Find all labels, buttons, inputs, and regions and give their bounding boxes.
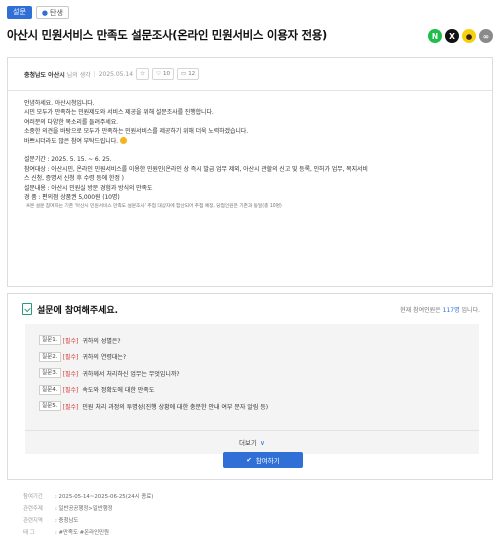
question-item: 질문3. [필수] 귀하께서 처리하신 업무는 무엇입니까?: [39, 365, 479, 382]
question-number: 질문3.: [39, 368, 61, 379]
participant-count: 현재 참여인원은 117명 입니다.: [400, 306, 480, 314]
info-topic: 관련주제: 일반공공행정>일반행정: [23, 506, 113, 512]
question-item: 질문4. [필수] 속도와 정확도에 대한 만족도: [39, 382, 479, 399]
question-number: 질문5.: [39, 401, 61, 412]
info-tags: 태 그: #만족도 #온라인민원: [23, 530, 109, 536]
detail-line: 설문내용 : 아산시 민원실 방문 경험과 방식의 만족도: [24, 184, 153, 192]
question-number: 질문2.: [39, 351, 61, 362]
detail-line: 경 품 : 편의점 상품권 5,000원 (10명): [24, 194, 120, 202]
survey-info: 참여기간: 2025-05-14~2025-06-25(24시 종료) 관련주제…: [23, 491, 153, 539]
info-period: 참여기간: 2025-05-14~2025-06-25(24시 종료): [23, 494, 154, 500]
author-suffix: 님의 생각: [66, 71, 91, 79]
checklist-icon: [22, 303, 32, 315]
post-body: 안녕하세요. 아산시청입니다. 시민 모두가 만족하는 민원제도와 서비스 제공…: [8, 91, 492, 212]
detail-line: 설문기간 : 2025. 5. 15. ~ 6. 25.: [24, 156, 112, 164]
tag-citizen-label: 탄생: [50, 8, 63, 17]
naver-share-icon[interactable]: N: [428, 29, 442, 43]
bookmark-button[interactable]: ☆: [136, 68, 150, 80]
participant-count-value: 117명: [442, 306, 460, 314]
join-label: 참여하기: [255, 457, 280, 465]
required-mark: [필수]: [62, 337, 79, 345]
required-mark: [필수]: [62, 370, 79, 378]
star-icon: ☆: [140, 71, 146, 77]
join-survey-button[interactable]: ✔ 참여하기: [223, 452, 303, 468]
comment-count: 12: [188, 71, 196, 77]
more-label: 더보기: [238, 439, 257, 447]
notice-text: ※본 설문 참여자는 기존 '아산시 민원서비스 만족도 설문조사' 추첨 대상…: [26, 204, 282, 210]
x-share-icon[interactable]: X: [445, 29, 459, 43]
tag-citizen[interactable]: ● 탄생: [35, 6, 69, 19]
body-line-text: 바쁘시더라도 많은 참여 부탁드립니다.: [24, 137, 118, 145]
kakao-share-icon[interactable]: ●: [462, 29, 476, 43]
survey-panel: 설문에 참여해주세요. 현재 참여인원은 117명 입니다. 질문1. [필수]…: [7, 293, 493, 480]
survey-header: 설문에 참여해주세요. 현재 참여인원은 117명 입니다.: [8, 294, 492, 324]
required-mark: [필수]: [62, 387, 79, 395]
body-line: 안녕하세요. 아산시청입니다.: [24, 100, 95, 107]
question-item: 질문1. [필수] 귀하의 성별은?: [39, 332, 479, 349]
body-line: 바쁘시더라도 많은 참여 부탁드립니다.: [24, 136, 492, 146]
chevron-down-icon: ∨: [259, 439, 266, 447]
tag-survey[interactable]: 설문: [7, 6, 32, 19]
post-card: 충청남도 아산시 님의 생각 | 2025.05.14 ☆ ♡ 10 ▭ 12 …: [7, 57, 493, 287]
question-item: 질문5. [필수] 민원 처리 과정의 투명성(진행 상황에 대한 충분한 안내…: [39, 398, 479, 415]
question-text: 민원 처리 과정의 투명성(진행 상황에 대한 충분한 안내 여부 문자 알림 …: [82, 403, 269, 411]
post-meta: 충청남도 아산시 님의 생각 | 2025.05.14 ☆ ♡ 10 ▭ 12: [8, 58, 492, 91]
body-line: 시민 모두가 만족하는 민원제도와 서비스 제공을 위해 설문조사를 진행합니다…: [24, 109, 214, 117]
heart-icon: ♡: [156, 71, 161, 77]
body-line: 소중한 의견을 바탕으로 모두가 만족하는 민원서비스를 제공하기 위해 더욱 …: [24, 128, 249, 136]
person-icon: ●: [41, 8, 48, 17]
required-mark: [필수]: [62, 354, 79, 362]
required-mark: [필수]: [62, 403, 79, 411]
question-text: 귀하께서 처리하신 업무는 무엇입니까?: [82, 370, 180, 378]
detail-line: 스 신청, 증명서 신청 후 수령 등에 한정 ): [24, 175, 124, 183]
comment-icon: ▭: [180, 71, 187, 77]
question-number: 질문4.: [39, 384, 61, 395]
like-button[interactable]: ♡ 10: [152, 68, 174, 80]
question-list: 질문1. [필수] 귀하의 성별은? 질문2. [필수] 귀하의 연령대는? 질…: [25, 324, 479, 430]
question-text: 귀하의 성별은?: [82, 337, 121, 345]
page-title: 아산시 민원서비스 만족도 설문조사(온라인 민원서비스 이용자 전용): [7, 28, 327, 42]
link-copy-icon[interactable]: ∞: [479, 29, 493, 43]
body-line: 여러분의 다양한 목소리를 들려주세요.: [24, 118, 118, 126]
post-date: 2025.05.14: [98, 70, 134, 78]
question-text: 귀하의 연령대는?: [82, 354, 127, 362]
info-region: 관련지역: 충청남도: [23, 518, 79, 524]
divider: |: [93, 70, 96, 78]
tag-group: 설문 ● 탄생: [7, 6, 69, 19]
question-number: 질문1.: [39, 335, 61, 346]
share-bar: N X ● ∞: [428, 29, 493, 43]
detail-line: 참여대상 : 아산시민, 온라인 민원서비스를 이용한 민원인(온라인 상 즉시…: [24, 165, 368, 173]
check-icon: ✔: [246, 456, 252, 464]
question-text: 속도와 정확도에 대한 만족도: [82, 387, 155, 395]
smile-emoji-icon: [119, 136, 127, 144]
comment-button[interactable]: ▭ 12: [176, 68, 200, 80]
author-name: 충청남도 아산시: [24, 71, 65, 79]
more-button[interactable]: 더보기 ∨: [25, 430, 479, 454]
like-count: 10: [162, 71, 170, 77]
question-item: 질문2. [필수] 귀하의 연령대는?: [39, 349, 479, 366]
survey-heading: 설문에 참여해주세요.: [37, 305, 119, 316]
